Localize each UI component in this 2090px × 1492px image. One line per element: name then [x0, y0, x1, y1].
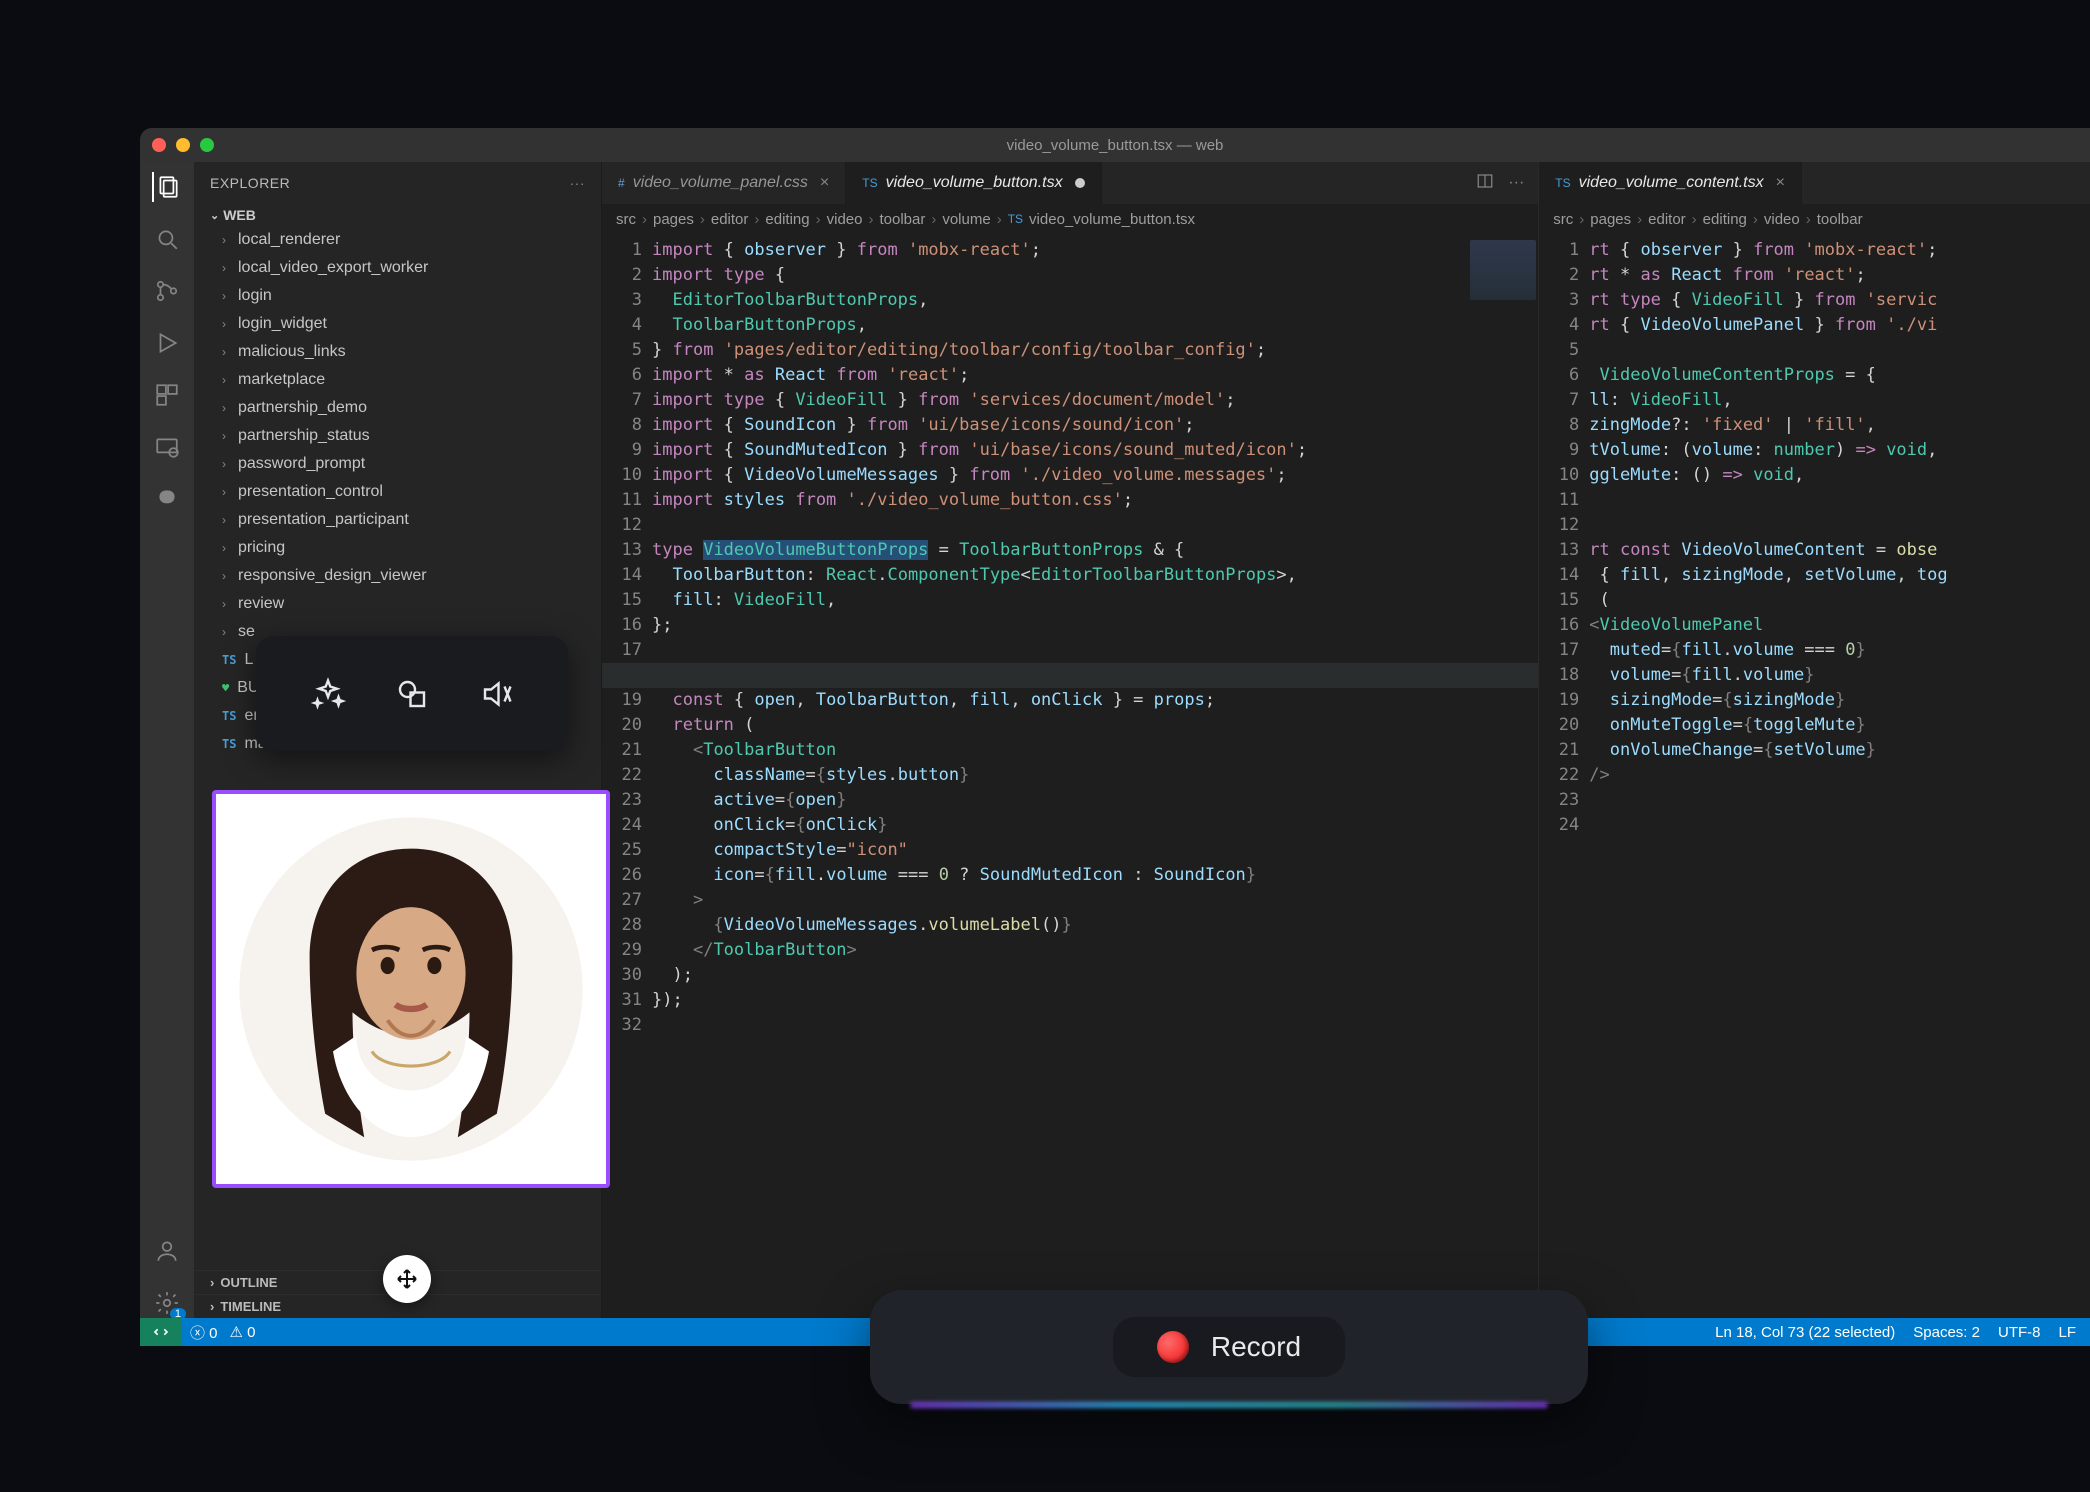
breadcrumb-item[interactable]: toolbar	[879, 211, 925, 228]
record-label: Record	[1211, 1331, 1301, 1363]
editor-tab[interactable]: TSvideo_volume_content.tsx×	[1539, 162, 1802, 204]
search-icon[interactable]	[152, 224, 182, 254]
debug-icon[interactable]	[152, 328, 182, 358]
settings-icon[interactable]: 1	[152, 1288, 182, 1318]
folder-item[interactable]: ›local_renderer	[194, 226, 601, 254]
move-handle-icon[interactable]	[383, 1255, 431, 1303]
close-icon[interactable]: ×	[1776, 174, 1785, 192]
dirty-indicator-icon	[1075, 178, 1085, 188]
breadcrumb-item[interactable]: src	[1553, 211, 1573, 228]
breadcrumb-item[interactable]: pages	[1590, 211, 1631, 228]
folder-item[interactable]: ›presentation_control	[194, 478, 601, 506]
window-zoom-icon[interactable]	[200, 138, 214, 152]
webcam-preview[interactable]	[212, 790, 610, 1188]
editor-right[interactable]: 123456789101112131415161718192021222324 …	[1539, 234, 2090, 1318]
tool-tray	[256, 636, 568, 751]
breadcrumb-item[interactable]: volume	[942, 211, 990, 228]
explorer-header: EXPLORER	[210, 175, 290, 191]
folder-item[interactable]: ›responsive_design_viewer	[194, 562, 601, 590]
cursor-position[interactable]: Ln 18, Col 73 (22 selected)	[1715, 1324, 1895, 1341]
folder-item[interactable]: ›login_widget	[194, 310, 601, 338]
close-icon[interactable]: ×	[820, 174, 829, 192]
broken-audio-icon[interactable]	[474, 671, 520, 717]
activity-bar: 1	[140, 162, 194, 1318]
workspace-name[interactable]: ⌄WEB	[194, 204, 601, 226]
indent-status[interactable]: Spaces: 2	[1913, 1324, 1980, 1341]
titlebar: video_volume_button.tsx — web	[140, 128, 2090, 162]
warnings-count[interactable]: ⚠ 0	[230, 1323, 256, 1341]
breadcrumb-item[interactable]: editor	[711, 211, 749, 228]
eol-status[interactable]: LF	[2058, 1324, 2076, 1341]
breadcrumb-item[interactable]: video_volume_button.tsx	[1029, 211, 1195, 228]
account-icon[interactable]	[152, 1236, 182, 1266]
split-editor-icon[interactable]	[1476, 172, 1494, 195]
breadcrumb-item[interactable]: editor	[1648, 211, 1686, 228]
record-dot-icon	[1157, 1331, 1189, 1363]
breadcrumb-item[interactable]: editing	[765, 211, 809, 228]
breadcrumb-item[interactable]: editing	[1703, 211, 1747, 228]
remote-button[interactable]	[140, 1318, 182, 1346]
settings-badge: 1	[170, 1308, 186, 1318]
sparkle-icon[interactable]	[305, 671, 351, 717]
folder-item[interactable]: ›local_video_export_worker	[194, 254, 601, 282]
avatar-portrait-icon	[216, 794, 606, 1184]
record-bar: Record	[870, 1290, 1588, 1404]
window-title: video_volume_button.tsx — web	[1007, 137, 1224, 154]
copilot-icon[interactable]	[152, 484, 182, 514]
explorer-icon[interactable]	[152, 172, 182, 202]
window-close-icon[interactable]	[152, 138, 166, 152]
folder-item[interactable]: ›marketplace	[194, 366, 601, 394]
record-button[interactable]: Record	[1113, 1317, 1345, 1377]
breadcrumb-item[interactable]: src	[616, 211, 636, 228]
explorer-more-icon[interactable]: ···	[570, 175, 586, 191]
errors-count[interactable]: ⓧ 0	[190, 1322, 218, 1343]
breadcrumb-item[interactable]: video	[827, 211, 863, 228]
folder-item[interactable]: ›review	[194, 590, 601, 618]
folder-item[interactable]: ›pricing	[194, 534, 601, 562]
folder-item[interactable]: ›malicious_links	[194, 338, 601, 366]
folder-item[interactable]: ›partnership_demo	[194, 394, 601, 422]
window-minimize-icon[interactable]	[176, 138, 190, 152]
folder-item[interactable]: ›presentation_participant	[194, 506, 601, 534]
source-control-icon[interactable]	[152, 276, 182, 306]
editor-tab[interactable]: TSvideo_volume_button.tsx	[846, 162, 1101, 204]
folder-item[interactable]: ›login	[194, 282, 601, 310]
folder-item[interactable]: ›partnership_status	[194, 422, 601, 450]
breadcrumb-item[interactable]: pages	[653, 211, 694, 228]
encoding-status[interactable]: UTF-8	[1998, 1324, 2041, 1341]
shapes-icon[interactable]	[389, 671, 435, 717]
folder-item[interactable]: ›password_prompt	[194, 450, 601, 478]
editor-left[interactable]: 1234567891011121314151617181920212223242…	[602, 234, 1538, 1318]
extensions-icon[interactable]	[152, 380, 182, 410]
minimap[interactable]	[1468, 234, 1538, 1318]
breadcrumb-item[interactable]: video	[1764, 211, 1800, 228]
remote-icon[interactable]	[152, 432, 182, 462]
editor-tab[interactable]: #video_volume_panel.css×	[602, 162, 846, 204]
breadcrumb-item[interactable]: toolbar	[1817, 211, 1863, 228]
tab-more-icon[interactable]: ···	[1508, 174, 1524, 192]
